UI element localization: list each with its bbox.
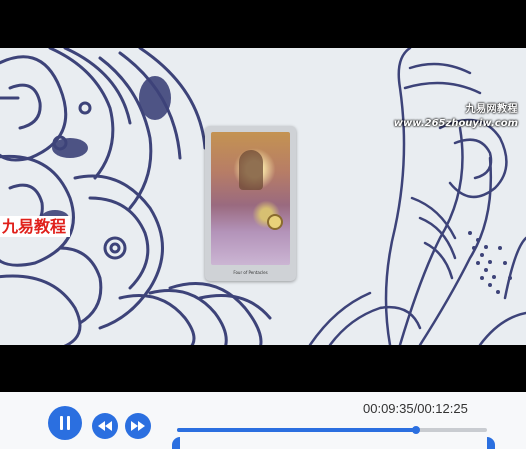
tarot-card-figure (239, 150, 263, 190)
progress-bar[interactable] (175, 426, 487, 434)
pentacle-coin-icon (267, 214, 283, 230)
rewind-icon (98, 421, 112, 431)
pause-icon (60, 416, 70, 430)
watermark-brand: 九易教程 (0, 216, 71, 237)
watermark-site: 九易网教程 www.265zhouyiw.com (394, 100, 518, 129)
rewind-button[interactable] (92, 413, 118, 439)
tarot-card-art (211, 132, 290, 265)
tarot-card-caption: Four of Pentacles (233, 270, 268, 275)
tarot-card: Four of Pentacles (205, 126, 296, 281)
bottom-frame-corner-left (172, 437, 180, 449)
progress-handle[interactable] (412, 426, 420, 434)
video-viewport[interactable]: 九易网教程 www.265zhouyiw.com Four of Pentacl… (0, 0, 526, 392)
fast-forward-button[interactable] (125, 413, 151, 439)
pause-button[interactable] (48, 406, 82, 440)
fast-forward-icon (131, 421, 145, 431)
player-controls: 00:09:35/00:12:25 (0, 392, 526, 449)
bottom-frame-corner-right (487, 437, 495, 449)
progress-fill (177, 428, 416, 432)
watermark-site-url: www.265zhouyiw.com (393, 118, 518, 129)
watermark-site-name: 九易网教程 (465, 104, 518, 115)
video-player: 九易网教程 www.265zhouyiw.com Four of Pentacl… (0, 0, 526, 449)
time-display: 00:09:35/00:12:25 (363, 401, 468, 416)
